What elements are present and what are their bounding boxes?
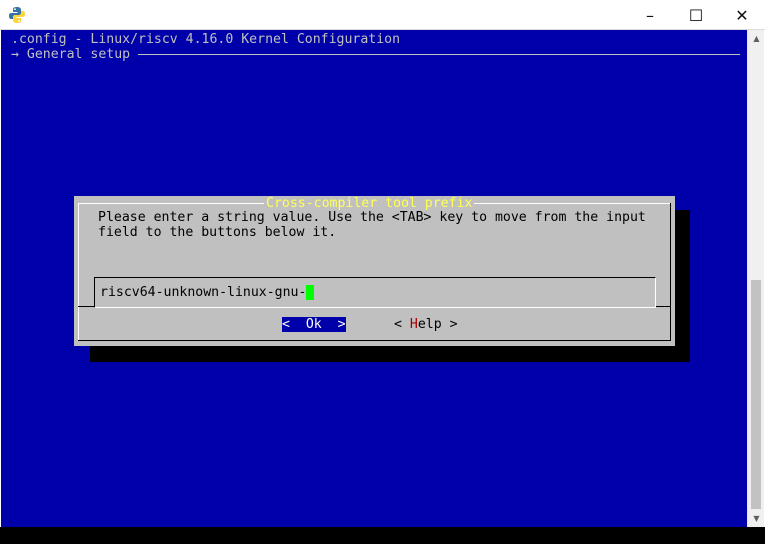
config-title: .config - Linux/riscv 4.16.0 Kernel Conf… (11, 32, 401, 47)
ok-right-bracket: > (321, 317, 346, 332)
terminal-screen[interactable]: .config - Linux/riscv 4.16.0 Kernel Conf… (1, 30, 747, 527)
window-titlebar[interactable]: – ☐ ✕ (0, 0, 765, 30)
maximize-button[interactable]: ☐ (673, 0, 719, 30)
ok-left-bracket: < (282, 317, 306, 332)
prompt-line-2: field to the buttons below it. (98, 225, 337, 240)
help-left-bracket: < (394, 317, 410, 332)
scrollbar-thumb[interactable] (751, 280, 761, 509)
scroll-down-arrow-icon[interactable]: ▼ (748, 510, 765, 527)
header-rule (138, 54, 740, 55)
help-button[interactable]: < Help > (394, 317, 458, 332)
dialog-title: Cross-compiler tool prefix (264, 196, 475, 211)
vertical-scrollbar[interactable]: ▲ ▼ (747, 30, 764, 527)
ok-button-label: Ok (305, 317, 322, 332)
python-icon (9, 7, 25, 23)
dialog-frame-left (78, 203, 79, 340)
bottom-border-strip (0, 527, 765, 544)
help-right-bracket: > (441, 317, 458, 332)
input-value: riscv64-unknown-linux-gnu- (100, 285, 307, 300)
help-hotkey: H (409, 317, 418, 332)
dialog-frame-right (670, 203, 671, 340)
string-input-dialog: Cross-compiler tool prefix Please enter … (74, 196, 675, 346)
breadcrumb: → General setup (11, 47, 131, 62)
close-button[interactable]: ✕ (719, 0, 765, 30)
dialog-frame-bottom (78, 340, 671, 341)
minimize-button[interactable]: – (627, 0, 673, 30)
prompt-line-1: Please enter a string value. Use the <TA… (98, 210, 646, 225)
text-cursor (306, 285, 315, 300)
string-input-field[interactable]: riscv64-unknown-linux-gnu- (94, 277, 656, 308)
help-button-label: elp (417, 317, 442, 332)
input-text[interactable]: riscv64-unknown-linux-gnu- (100, 285, 315, 300)
dialog-prompt: Please enter a string value. Use the <TA… (98, 210, 668, 240)
scroll-up-arrow-icon[interactable]: ▲ (748, 30, 765, 47)
ok-button[interactable]: < Ok > (282, 317, 346, 332)
